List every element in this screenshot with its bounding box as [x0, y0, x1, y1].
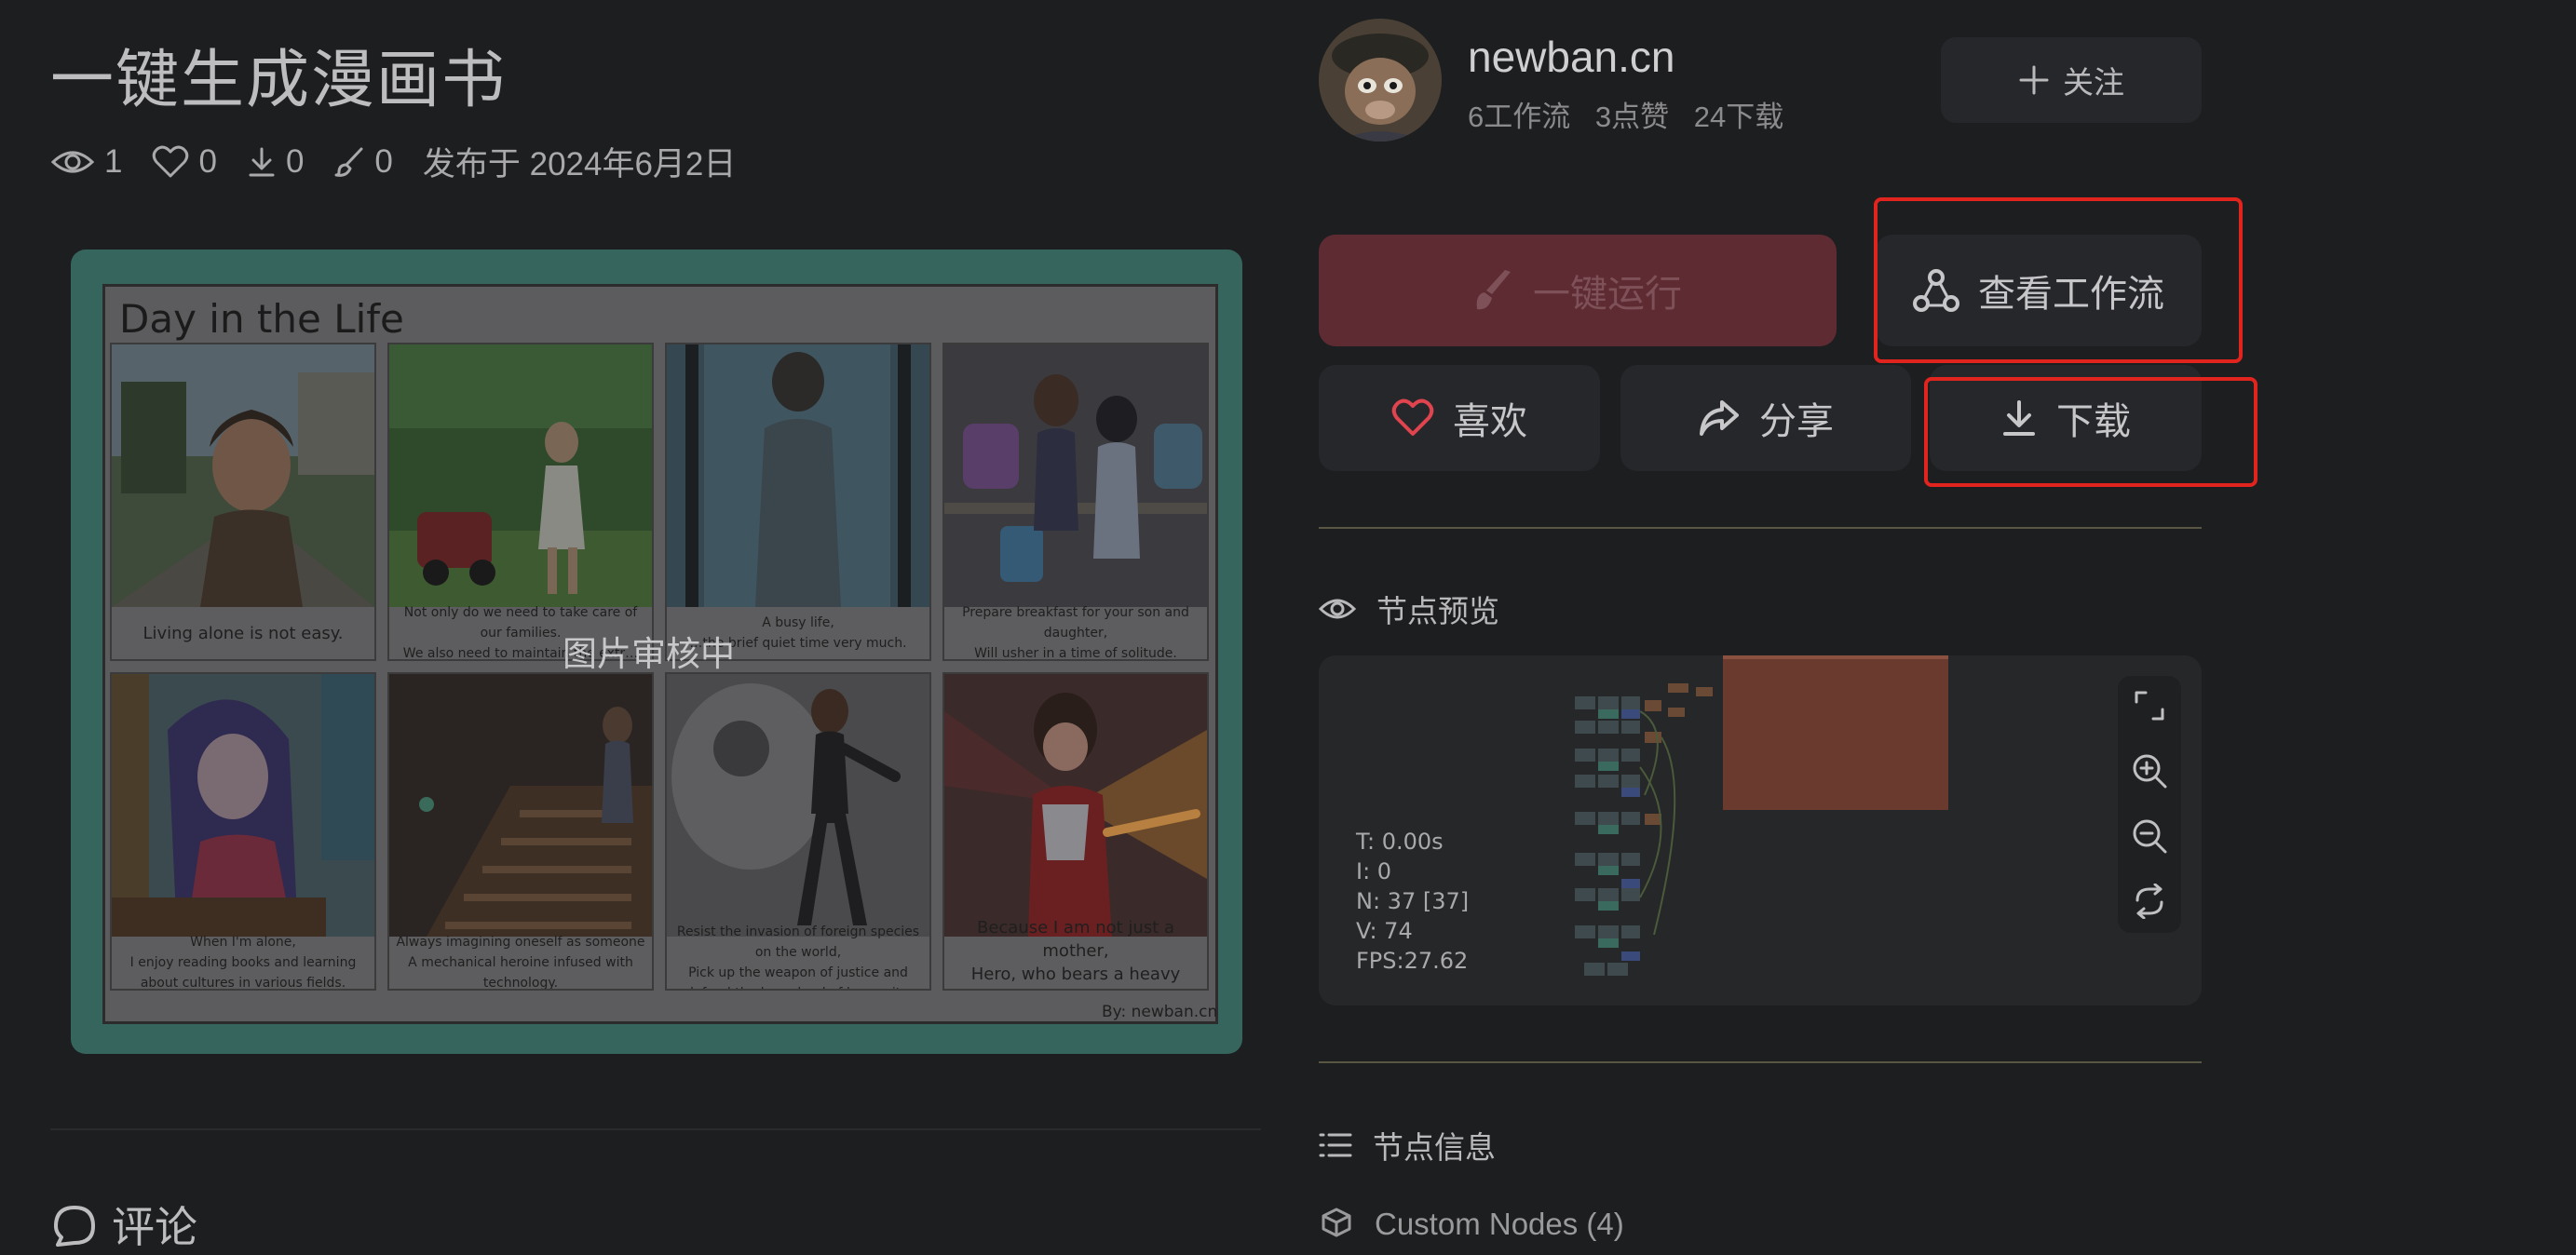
post-stats: 1 0 0 0 发布于 2024年6月2日 [50, 138, 766, 185]
comic-caption: Living alone is not easy. [142, 623, 344, 643]
download-count: 0 [247, 143, 304, 181]
comment-icon [50, 1202, 112, 1247]
share-icon [1698, 398, 1759, 438]
comic-panel-image [667, 344, 929, 607]
brush-icon [1473, 268, 1533, 313]
comic-panel: Not only do we need to take care of our … [387, 343, 654, 661]
comic-caption: When I'm alone, I enjoy reading books and… [129, 935, 357, 991]
comic-panel: Resist the invasion of foreign species o… [665, 672, 931, 991]
workflow-icon [1913, 268, 1978, 313]
section-divider [1319, 527, 2202, 529]
like-count: 0 [152, 143, 217, 181]
comic-panel: Always imagining oneself as someone A mec… [387, 672, 654, 991]
custom-nodes-toggle[interactable]: Custom Nodes (4) [1375, 1207, 1624, 1242]
graph-stat-iterations: I: 0 [1356, 858, 1392, 884]
view-workflow-button[interactable]: 查看工作流 [1876, 235, 2202, 346]
section-divider [50, 1128, 1261, 1130]
plus-icon [2018, 64, 2063, 96]
list-icon [1319, 1131, 1373, 1159]
comic-panel: Living alone is not easy. [110, 343, 376, 661]
refresh-icon [2132, 884, 2167, 919]
share-button[interactable]: 分享 [1620, 365, 1911, 471]
refresh-button[interactable] [2129, 881, 2170, 922]
run-button[interactable]: 一键运行 [1319, 235, 1837, 346]
section-divider [1319, 1061, 2202, 1063]
download-icon [2000, 398, 2056, 438]
graph-stat-fps: FPS:27.62 [1356, 948, 1469, 974]
comic-credit: By: newban.cn [1102, 1003, 1218, 1021]
view-count: 1 [50, 143, 122, 181]
use-count: 0 [333, 143, 393, 181]
author-workflow-count: 6工作流 [1468, 101, 1571, 133]
graph-stat-vertices: V: 74 [1356, 918, 1413, 944]
comic-caption: Prepare breakfast for your son and daugh… [962, 605, 1189, 661]
graph-stat-time: T: 0.00s [1356, 829, 1444, 855]
follow-button[interactable]: 关注 [1941, 37, 2202, 123]
comic-panel-image [112, 344, 374, 607]
comic-caption: Resist the invasion of foreign species o… [677, 924, 919, 989]
publish-date: 发布于 2024年6月2日 [422, 146, 737, 182]
download-icon [247, 146, 286, 178]
zoom-in-button[interactable] [2129, 750, 2170, 791]
heart-icon [152, 145, 198, 179]
node-info-heading: 节点信息 [1319, 1123, 1496, 1167]
author-like-count: 3点赞 [1594, 101, 1670, 133]
comic-panel-image [944, 344, 1207, 607]
comic-caption: Because I am not just a mother,Hero, who… [970, 918, 1181, 989]
brush-icon [333, 146, 374, 178]
zoom-out-icon [2131, 817, 2168, 855]
author-avatar[interactable] [1319, 19, 1442, 142]
comic-panel-image [112, 674, 374, 937]
comic-panel-image [667, 674, 929, 937]
author-name[interactable]: newban.cn [1468, 32, 1675, 82]
eye-icon [1319, 596, 1376, 622]
comic-panel: When I'm alone, I enjoy reading books and… [110, 672, 376, 991]
comic-caption: Always imagining oneself as someone A mec… [396, 935, 645, 991]
download-button[interactable]: 下载 [1930, 365, 2202, 471]
eye-icon [50, 147, 104, 177]
zoom-in-icon [2131, 752, 2168, 789]
node-preview-heading: 节点预览 [1319, 587, 1499, 631]
comic-panel: Prepare breakfast for your son and daugh… [942, 343, 1209, 661]
comic-panel-image [389, 674, 652, 937]
like-button[interactable]: 喜欢 [1319, 365, 1600, 471]
cube-icon [1321, 1207, 1352, 1238]
image-review-overlay: 图片审核中 [563, 635, 735, 673]
author-download-count: 24下载 [1693, 101, 1784, 133]
zoom-out-button[interactable] [2129, 816, 2170, 857]
comments-heading: 评论 [50, 1194, 197, 1255]
comic-panel-image [944, 674, 1207, 937]
graph-render-stats: T: 0.00s I: 0 N: 37 [37] V: 74 FPS:27.62 [1356, 827, 1469, 976]
comic-heading: Day in the Life [119, 296, 404, 342]
page-title: 一键生成漫画书 [50, 45, 508, 115]
comic-panel-image [389, 344, 652, 607]
comic-panel: Because I am not just a mother,Hero, who… [942, 672, 1209, 991]
graph-stat-nodes: N: 37 [37] [1356, 888, 1470, 914]
author-stats: 6工作流 3点赞 24下载 [1468, 93, 1800, 135]
heart-icon [1391, 398, 1453, 438]
fit-view-icon [2133, 689, 2166, 722]
comic-panel: A busy life, …the brief quiet time very m… [665, 343, 931, 661]
fit-view-button[interactable] [2129, 685, 2170, 726]
